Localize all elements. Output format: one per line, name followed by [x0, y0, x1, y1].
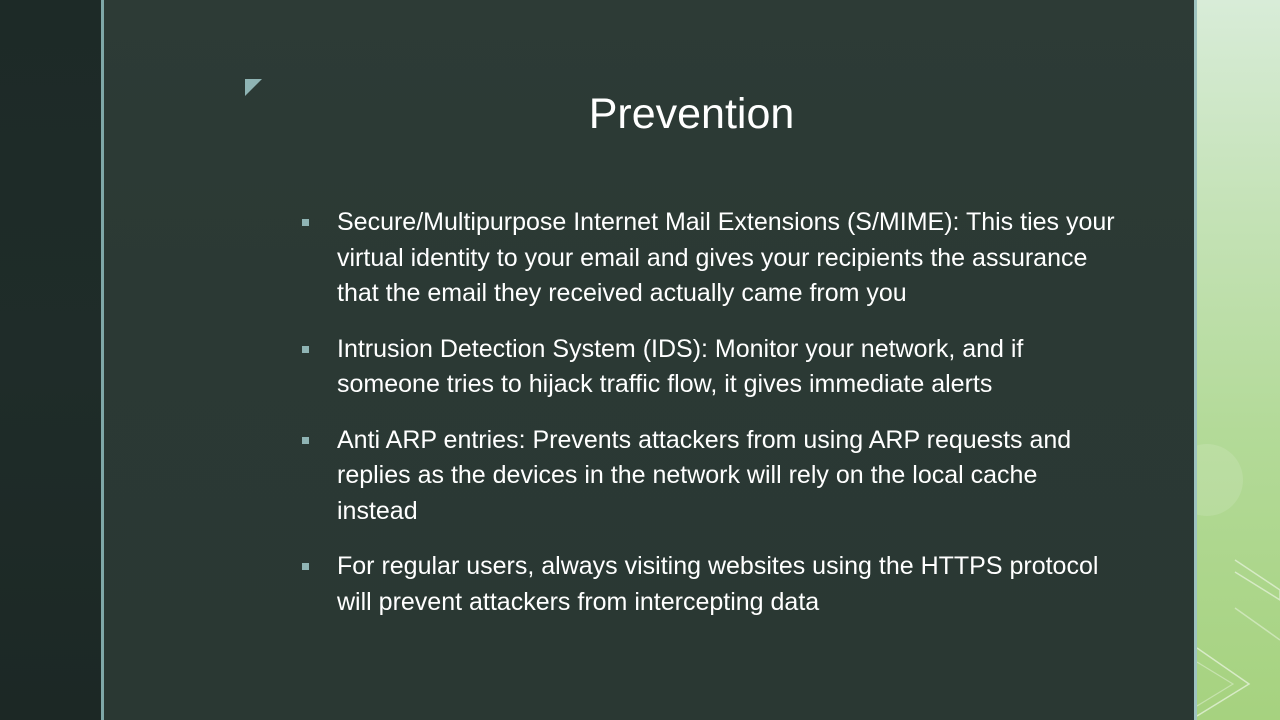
bullet-item-anti-arp: Anti ARP entries: Prevents attackers fro… [300, 423, 1120, 530]
bullet-item-ids: Intrusion Detection System (IDS): Monito… [300, 332, 1120, 403]
square-bullet-icon [302, 345, 309, 353]
square-bullet-icon [302, 219, 309, 226]
bullet-text: Secure/Multipurpose Internet Mail Extens… [337, 208, 1115, 307]
slide-title: Prevention [588, 90, 795, 138]
left-dark-panel [0, 0, 101, 720]
square-bullet-icon [302, 436, 309, 444]
bullet-item-https: For regular users, always visiting websi… [300, 549, 1120, 620]
bullet-text: For regular users, always visiting websi… [337, 552, 1099, 616]
square-bullet-icon [302, 563, 309, 570]
bullet-text: Anti ARP entries: Prevents attackers fro… [337, 425, 1072, 525]
slide: Prevention Secure/Multipurpose Internet … [0, 0, 1280, 720]
bullet-item-smime: Secure/Multipurpose Internet Mail Extens… [300, 205, 1120, 312]
bullet-text: Intrusion Detection System (IDS): Monito… [337, 334, 1024, 399]
bullet-list: Secure/Multipurpose Internet Mail Extens… [300, 205, 1120, 640]
